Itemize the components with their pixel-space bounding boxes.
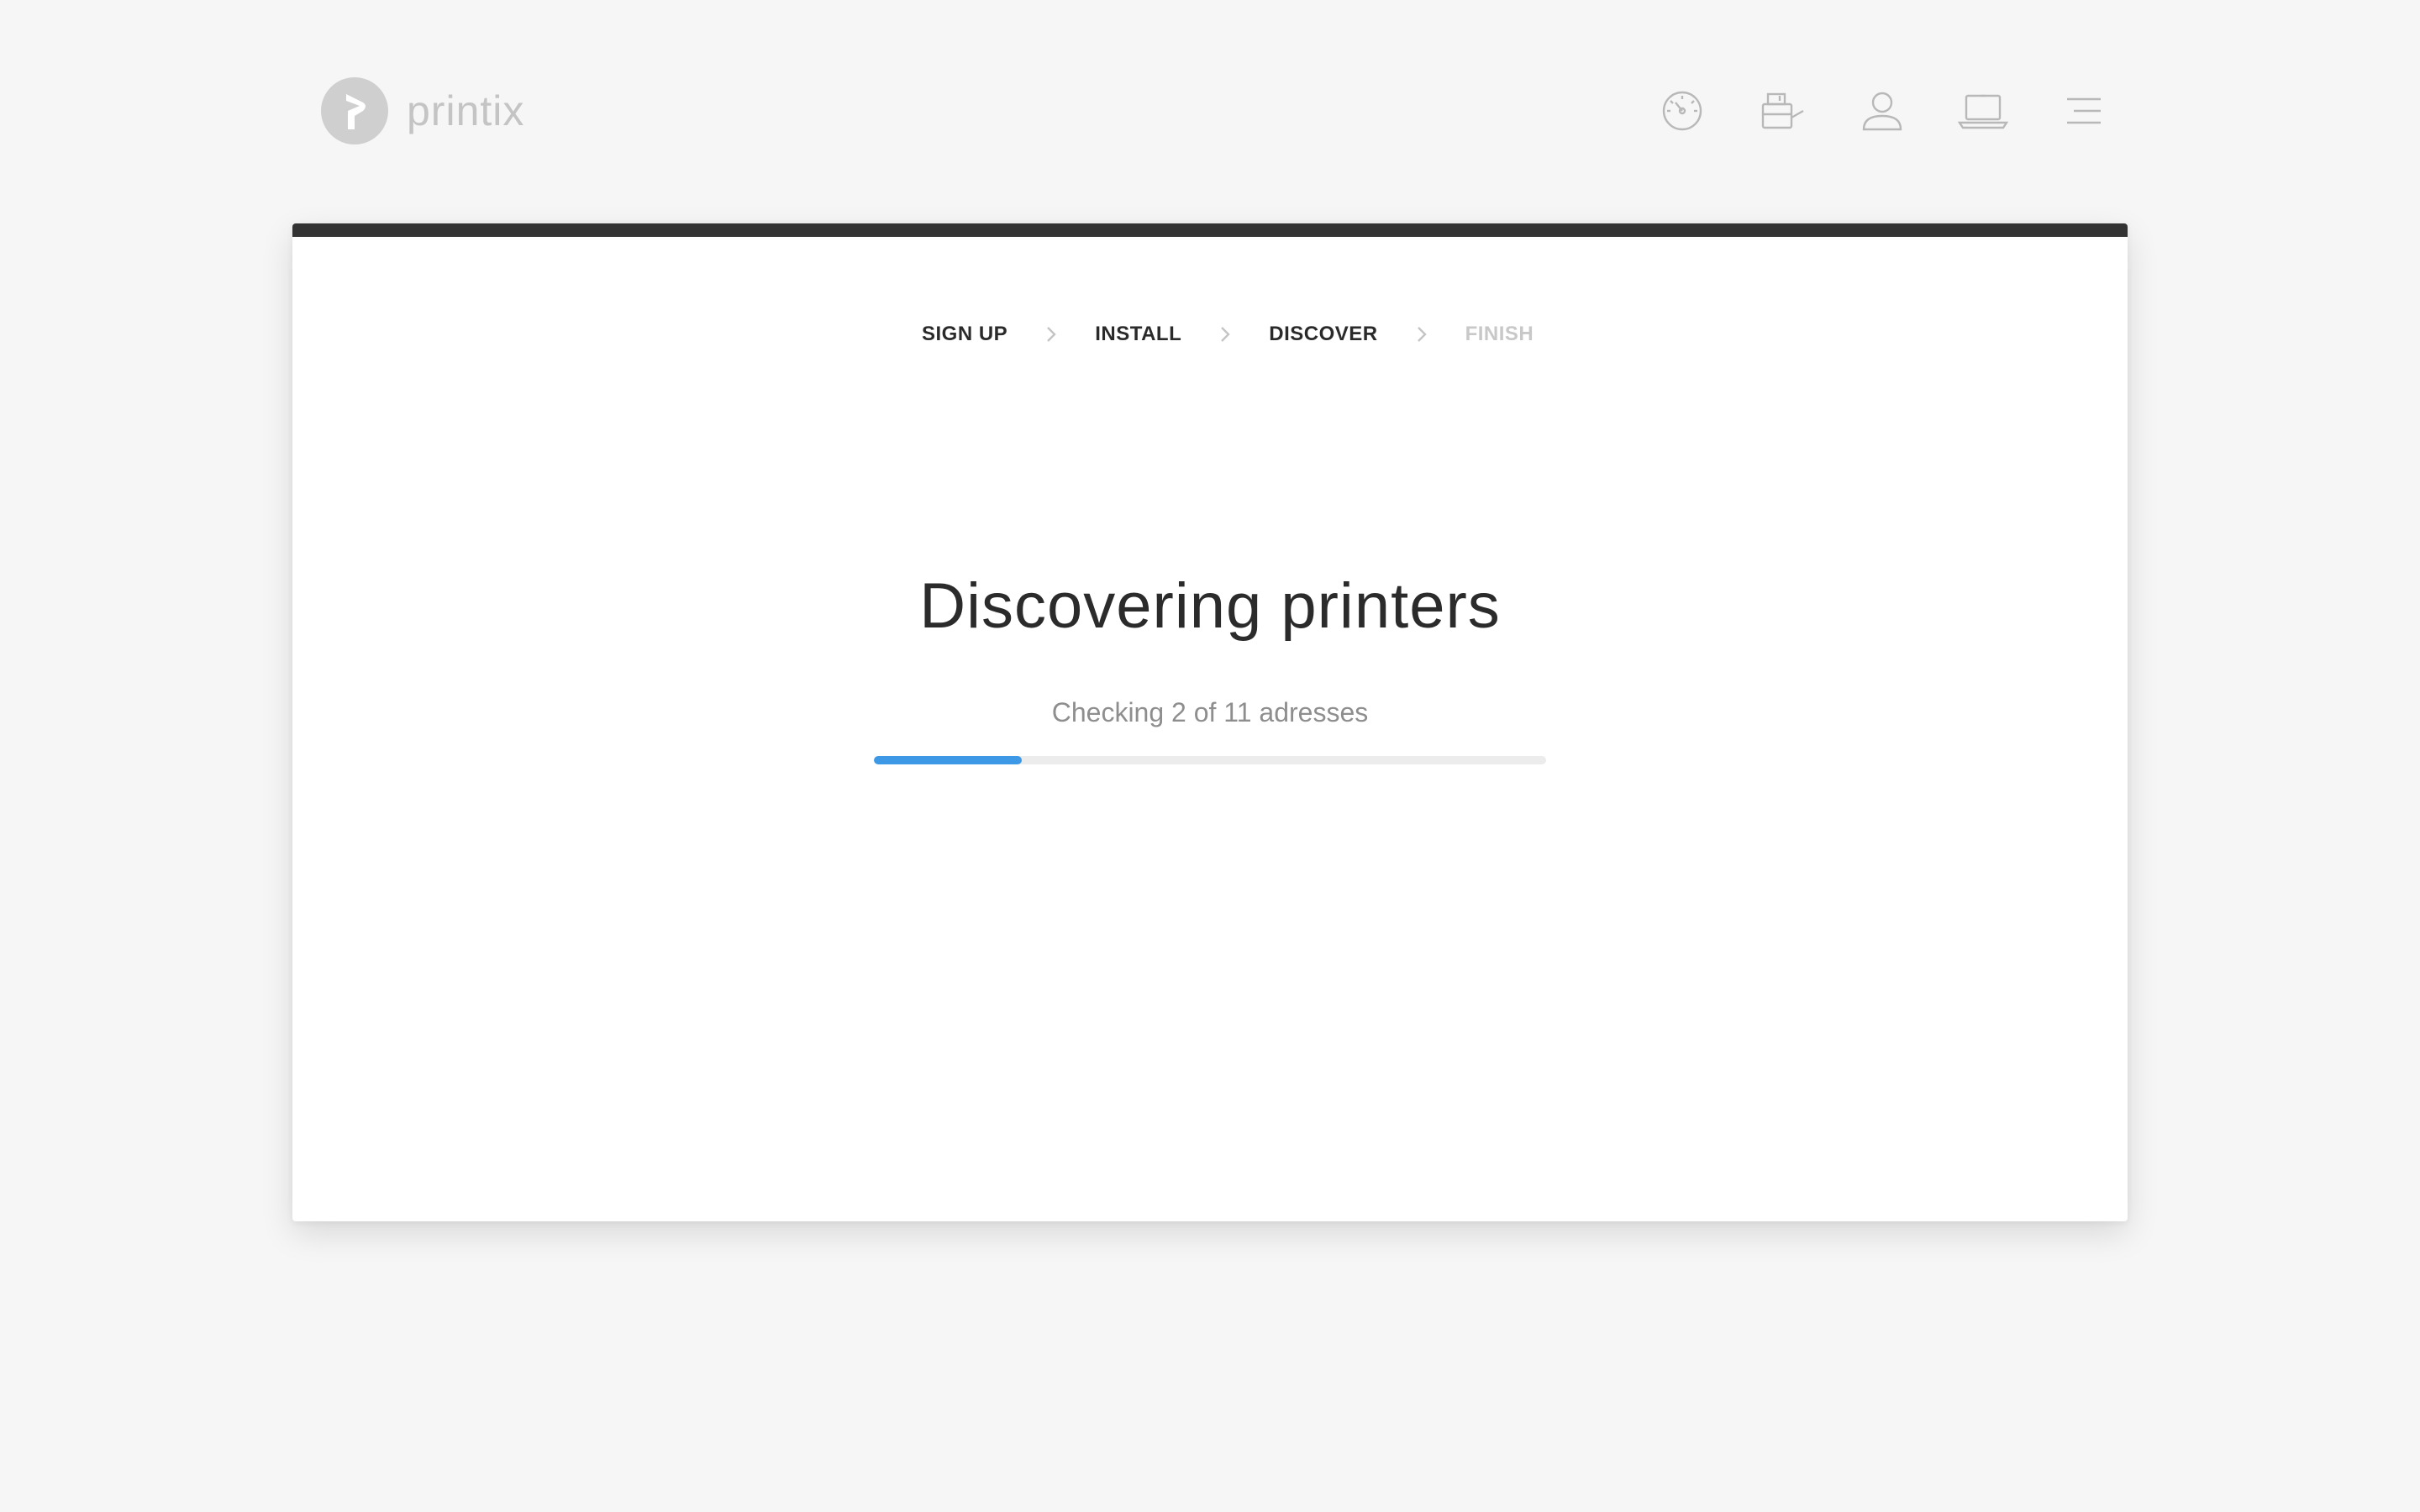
chevron-right-icon [1217,323,1234,346]
chevron-right-icon [1413,323,1430,346]
discovery-status-text: Checking 2 of 11 adresses [1051,697,1369,727]
brand-name: printix [407,87,525,134]
menu-icon[interactable] [2057,84,2111,138]
top-bar: printix [0,0,2420,223]
top-nav [1655,84,2109,138]
step-finish: FINISH [1465,323,1534,345]
chevron-right-icon [1043,323,1060,346]
discovery-progress-bar [874,756,1546,764]
page-title: Discovering printers [919,570,1501,642]
printer-icon[interactable] [1754,84,1808,138]
card-top-bar [292,223,2128,237]
progress-bar-fill [874,756,1022,764]
brand-logo[interactable]: printix [321,77,524,144]
printix-logo-icon [321,77,388,144]
user-icon[interactable] [1855,84,1909,138]
step-install[interactable]: INSTALL [1095,323,1181,346]
dashboard-gauge-icon[interactable] [1655,84,1709,138]
step-discover[interactable]: DISCOVER [1269,323,1377,346]
wizard-steps: SIGN UP INSTALL DISCOVER FINISH [922,318,1534,351]
laptop-icon[interactable] [1956,84,2010,138]
step-sign-up[interactable]: SIGN UP [922,323,1007,346]
